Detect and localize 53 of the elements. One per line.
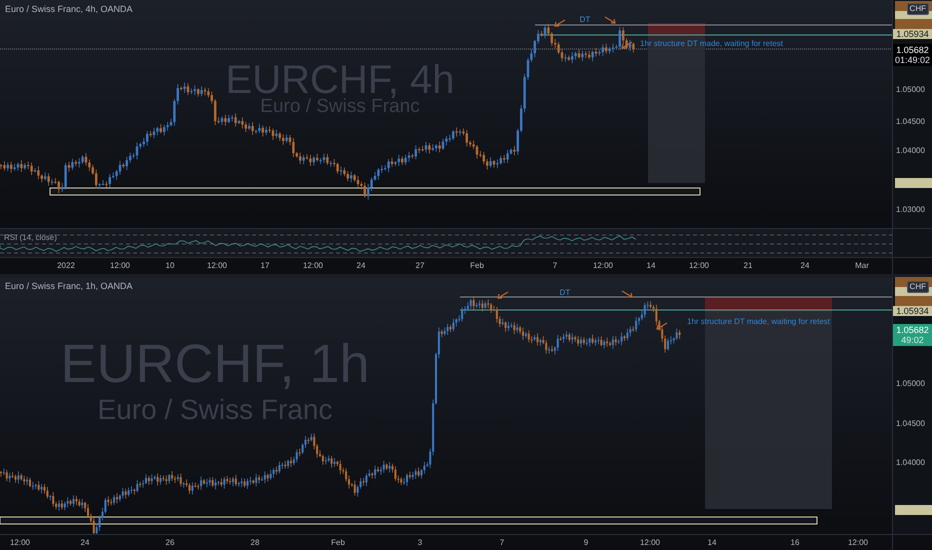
time-tick: 7: [500, 538, 504, 548]
pattern-label: DT: [560, 288, 570, 297]
price-axis[interactable]: 1.05000 1.04500 1.04000 1.03000 CHF 1.05934 1.05682 01:49:02: [892, 0, 932, 228]
time-tick: Mar: [855, 261, 869, 271]
time-tick: 26: [166, 538, 174, 548]
time-tick: 14: [646, 261, 656, 271]
time-tick: 12:00: [640, 538, 660, 548]
time-tick: 14: [708, 538, 716, 548]
price-tick: 1.05000: [896, 85, 925, 95]
time-tick: Feb: [331, 538, 345, 548]
time-tick: 9: [584, 538, 588, 548]
indicator-legend: RSI (14, close): [4, 233, 57, 243]
time-tick: Feb: [470, 261, 484, 271]
time-tick: 12:00: [848, 538, 868, 548]
pattern-label: DT: [580, 15, 590, 24]
price-tag: 1.05934: [893, 306, 932, 316]
time-tick: 12:00: [206, 261, 228, 271]
time-tick: 3: [418, 538, 422, 548]
time-tick: 12:00: [688, 261, 710, 271]
price-tick: 1.04000: [896, 458, 925, 468]
rsi-pane[interactable]: RSI (14, close): [0, 229, 892, 257]
time-tick: 21: [744, 261, 752, 271]
time-tick: 16: [790, 538, 800, 548]
time-tick: 28: [250, 538, 260, 548]
currency-badge: CHF: [906, 281, 929, 293]
time-tick: 12:00: [110, 261, 130, 271]
chart-legend: Euro / Swiss Franc, 4h, OANDA: [5, 4, 133, 15]
bar-countdown: 49:02: [901, 335, 924, 345]
price-tick: 1.04500: [896, 117, 925, 127]
time-tick: 2022: [57, 261, 75, 271]
last-price: 1.05682: [896, 45, 929, 55]
price-tick: 1.04500: [896, 419, 925, 429]
chart-annotation: 1hr structure DT made, waiting for retest: [687, 317, 830, 326]
price-tag: 1.05934: [893, 29, 932, 39]
price-tick: 1.04000: [896, 146, 925, 156]
price-tick: 1.05000: [896, 379, 925, 389]
last-price: 1.05682: [896, 325, 929, 335]
bar-countdown: 01:49:02: [894, 55, 930, 65]
time-tick: 27: [416, 261, 424, 271]
time-tick: 7: [552, 261, 558, 271]
time-tick: 12:00: [302, 261, 324, 271]
time-tick: 24: [80, 538, 90, 548]
time-tick: 10: [166, 261, 174, 271]
price-tick: 1.03000: [896, 205, 925, 215]
time-tick: 24: [800, 261, 810, 271]
chart-legend: Euro / Swiss Franc, 1h, OANDA: [5, 281, 133, 292]
time-tick: 12:00: [10, 538, 30, 548]
chart-annotation: 1hr structure DT made, waiting for retest: [640, 39, 784, 48]
time-tick: 17: [260, 261, 270, 271]
price-axis[interactable]: 1.05000 1.04500 1.04000 CHF 1.05934 1.05682 49:02: [892, 277, 932, 534]
time-tick: 24: [356, 261, 366, 271]
time-tick: 12:00: [592, 261, 614, 271]
currency-badge: CHF: [906, 3, 929, 15]
